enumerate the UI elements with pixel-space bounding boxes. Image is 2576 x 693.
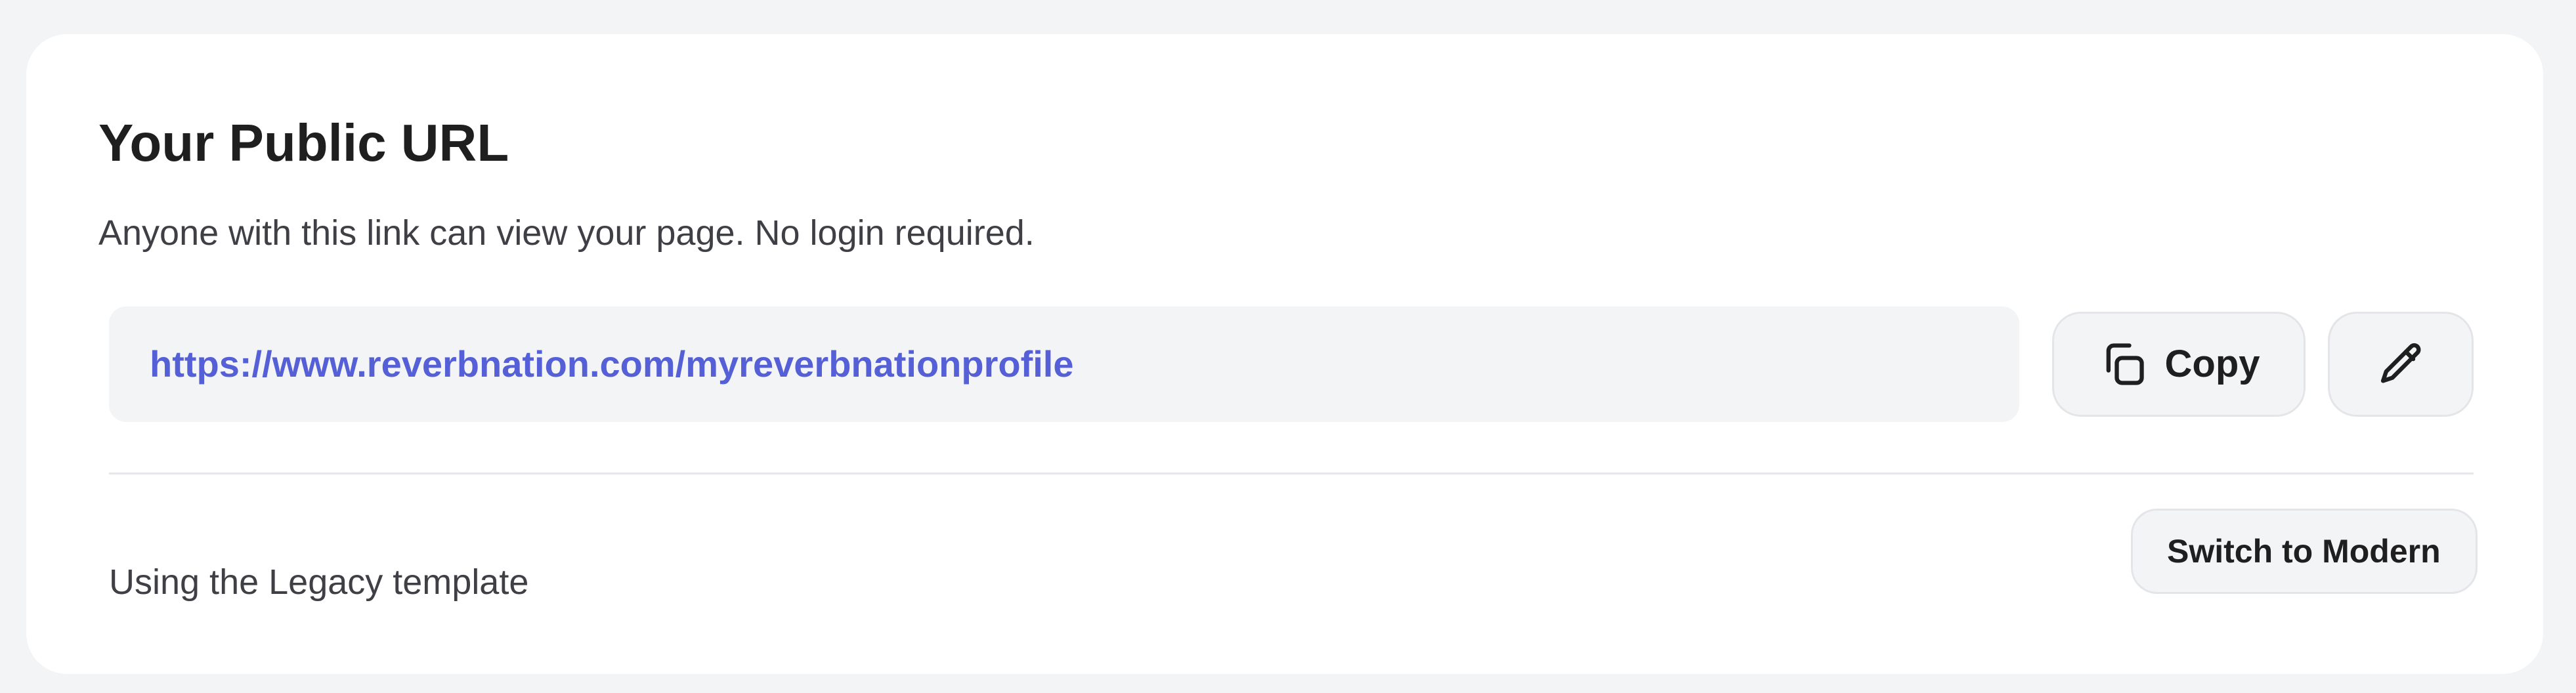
template-status: Using the Legacy template (109, 562, 529, 602)
public-url-field[interactable]: https://www.reverbnation.com/myreverbnat… (109, 306, 2019, 422)
copy-icon (2098, 339, 2148, 389)
public-url-link[interactable]: https://www.reverbnation.com/myreverbnat… (150, 346, 1074, 383)
copy-button[interactable]: Copy (2052, 312, 2306, 417)
page-title: Your Public URL (98, 114, 509, 172)
switch-template-label: Switch to Modern (2167, 533, 2441, 570)
page-subtitle: Anyone with this link can view your page… (98, 213, 1035, 253)
edit-url-button[interactable] (2328, 312, 2474, 417)
public-url-card: Your Public URL Anyone with this link ca… (26, 34, 2543, 674)
section-divider (109, 472, 2474, 474)
copy-button-label: Copy (2164, 343, 2260, 385)
switch-template-button[interactable]: Switch to Modern (2131, 509, 2478, 594)
pencil-icon (2376, 339, 2426, 389)
